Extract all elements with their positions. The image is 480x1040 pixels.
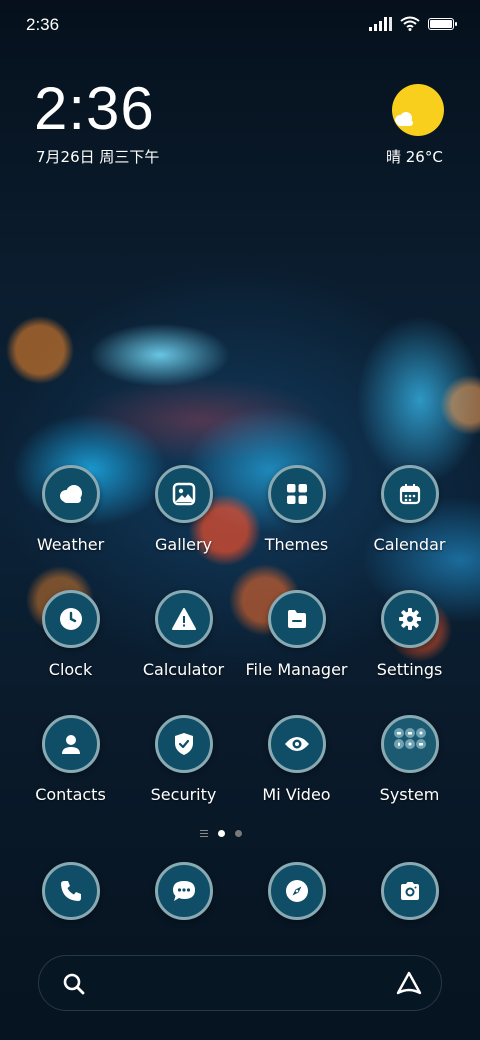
app-label: Settings [376, 660, 443, 679]
app-calculator[interactable]: Calculator [127, 590, 240, 679]
search-icon[interactable] [61, 971, 87, 997]
camera-icon[interactable] [380, 862, 439, 920]
calculator-icon[interactable] [154, 590, 213, 648]
app-label: Calculator [142, 660, 225, 679]
status-icons [369, 16, 457, 31]
app-contacts[interactable]: Contacts [14, 715, 127, 804]
wifi-icon [400, 16, 420, 31]
mi-video-icon[interactable] [267, 715, 326, 773]
app-calendar[interactable]: Calendar [353, 465, 466, 554]
clock-widget-time[interactable]: 2:36 [34, 74, 155, 143]
app-label: Calendar [373, 535, 446, 554]
app-label: Themes [264, 535, 329, 554]
app-file-manager[interactable]: File Manager [240, 590, 353, 679]
app-label: Clock [48, 660, 93, 679]
app-label: Security [150, 785, 217, 804]
app-gallery[interactable]: Gallery [127, 465, 240, 554]
app-weather[interactable]: Weather [14, 465, 127, 554]
dock-camera[interactable] [353, 862, 466, 920]
themes-icon[interactable] [267, 465, 326, 523]
app-label: System [379, 785, 440, 804]
app-clock[interactable]: Clock [14, 590, 127, 679]
app-label: File Manager [245, 660, 348, 679]
contacts-icon[interactable] [41, 715, 100, 773]
signal-icon [369, 16, 392, 31]
phone-icon[interactable] [41, 862, 100, 920]
clock-widget-date: 7月26日 周三下午 [36, 148, 160, 166]
settings-icon[interactable] [380, 590, 439, 648]
security-icon[interactable] [154, 715, 213, 773]
app-security[interactable]: Security [127, 715, 240, 804]
clock-icon[interactable] [41, 590, 100, 648]
battery-icon [428, 17, 457, 30]
file-manager-icon[interactable] [267, 590, 326, 648]
weather-icon[interactable] [41, 465, 100, 523]
app-label: Weather [36, 535, 105, 554]
app-themes[interactable]: Themes [240, 465, 353, 554]
app-label: Contacts [35, 785, 106, 804]
status-bar: 2:36 [0, 0, 480, 50]
dock-phone[interactable] [14, 862, 127, 920]
search-bar[interactable] [38, 955, 442, 1011]
gallery-icon[interactable] [154, 465, 213, 523]
page-dot [235, 830, 242, 837]
dock-browser[interactable] [240, 862, 353, 920]
app-label: Gallery [155, 535, 212, 554]
app-settings[interactable]: Settings [353, 590, 466, 679]
assistant-icon[interactable] [395, 970, 423, 998]
app-drawer-icon [200, 830, 208, 837]
sun-icon[interactable] [392, 84, 444, 136]
weather-text: 晴 26°C [386, 148, 443, 166]
cloud-icon [395, 112, 413, 126]
status-time: 2:36 [26, 15, 60, 34]
app-system-folder[interactable]: System [353, 715, 466, 804]
app-label: Mi Video [262, 785, 331, 804]
calendar-icon[interactable] [380, 465, 439, 523]
dock-messages[interactable] [127, 862, 240, 920]
app-mi-video[interactable]: Mi Video [240, 715, 353, 804]
page-dot-active [218, 830, 225, 837]
page-indicator[interactable] [200, 830, 242, 837]
messages-icon[interactable] [154, 862, 213, 920]
system-folder-icon[interactable] [380, 715, 439, 773]
browser-icon[interactable] [267, 862, 326, 920]
